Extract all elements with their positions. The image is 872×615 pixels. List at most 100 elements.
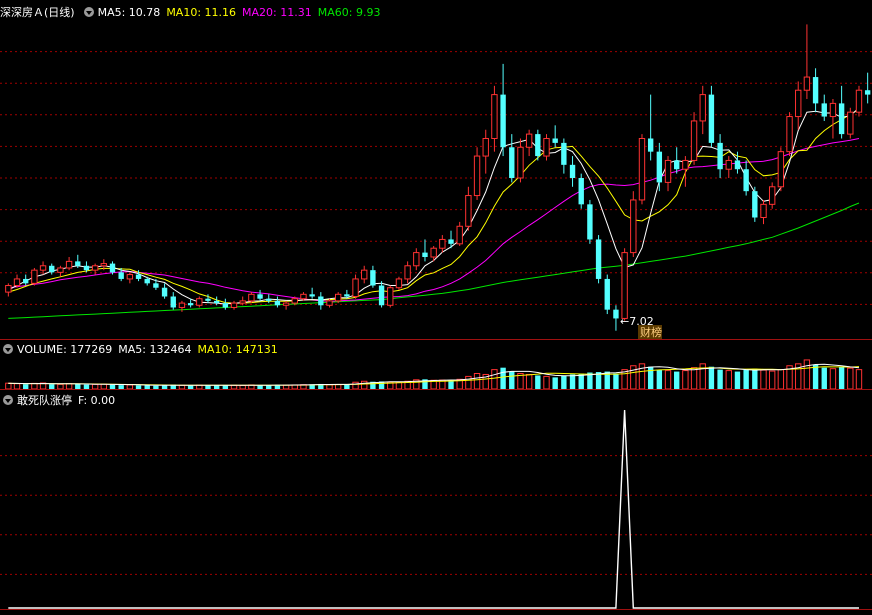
volume-bar[interactable] xyxy=(725,370,732,390)
candle[interactable] xyxy=(517,138,524,183)
candle[interactable] xyxy=(864,72,871,104)
volume-bar[interactable] xyxy=(535,375,541,389)
candle[interactable] xyxy=(587,199,593,244)
volume-bar[interactable] xyxy=(829,368,837,390)
volume-bar[interactable] xyxy=(768,370,776,390)
candle[interactable] xyxy=(213,296,220,306)
candle[interactable] xyxy=(752,186,758,222)
candle[interactable] xyxy=(829,99,837,139)
volume-bar[interactable] xyxy=(525,373,533,390)
candle[interactable] xyxy=(31,267,38,286)
candle[interactable] xyxy=(847,107,854,139)
candle[interactable] xyxy=(465,186,472,231)
candle[interactable] xyxy=(404,261,411,284)
candle[interactable] xyxy=(535,129,541,161)
candle[interactable] xyxy=(578,173,584,209)
candle[interactable] xyxy=(630,191,637,257)
candle[interactable] xyxy=(777,147,785,192)
candle[interactable] xyxy=(309,287,315,299)
candle[interactable] xyxy=(500,63,506,157)
chart-stage[interactable]: ←7.02 财榜 xyxy=(0,0,872,615)
candle[interactable] xyxy=(161,283,168,299)
candle[interactable] xyxy=(491,85,498,152)
volume-bar[interactable] xyxy=(491,369,498,390)
candle[interactable] xyxy=(656,142,663,192)
volume-bar[interactable] xyxy=(473,373,481,390)
volume-bar[interactable] xyxy=(664,370,672,390)
candle[interactable] xyxy=(786,112,793,157)
candle[interactable] xyxy=(5,283,12,297)
candle[interactable] xyxy=(743,160,749,196)
candle[interactable] xyxy=(387,285,394,308)
candle[interactable] xyxy=(855,85,863,117)
candle[interactable] xyxy=(23,274,29,286)
candle[interactable] xyxy=(717,134,723,178)
volume-bar[interactable] xyxy=(682,370,689,390)
candle[interactable] xyxy=(821,94,827,121)
candle[interactable] xyxy=(282,300,290,310)
candle[interactable] xyxy=(352,274,359,299)
volume-bar[interactable] xyxy=(552,377,558,389)
candle[interactable] xyxy=(647,94,654,161)
volume-bar[interactable] xyxy=(838,366,845,389)
candle[interactable] xyxy=(57,265,64,277)
volume-bar[interactable] xyxy=(821,367,827,389)
volume-bar[interactable] xyxy=(509,371,515,389)
candle[interactable] xyxy=(569,156,576,187)
candle[interactable] xyxy=(361,265,368,284)
volume-bar[interactable] xyxy=(855,369,863,390)
volume-bar[interactable] xyxy=(760,369,767,390)
candle[interactable] xyxy=(699,85,706,135)
volume-bar[interactable] xyxy=(847,367,854,390)
candle[interactable] xyxy=(473,147,481,200)
volume-bar[interactable] xyxy=(656,369,663,389)
candle[interactable] xyxy=(395,276,403,290)
volume-bar[interactable] xyxy=(708,366,715,389)
volume-bar[interactable] xyxy=(543,375,550,390)
candle[interactable] xyxy=(708,85,715,148)
candle[interactable] xyxy=(257,289,263,301)
candle[interactable] xyxy=(230,300,238,310)
candle[interactable] xyxy=(552,125,558,148)
volume-bar[interactable] xyxy=(500,367,506,389)
volume-bar[interactable] xyxy=(812,364,819,389)
volume-bar[interactable] xyxy=(448,380,454,389)
candle[interactable] xyxy=(595,235,602,284)
volume-bar[interactable] xyxy=(561,375,567,389)
rank-badge[interactable]: 财榜 xyxy=(640,325,662,339)
volume-bar[interactable] xyxy=(777,369,785,390)
volume-bar[interactable] xyxy=(352,381,359,390)
candle[interactable] xyxy=(413,248,420,271)
candle[interactable] xyxy=(126,272,134,284)
candle[interactable] xyxy=(838,85,845,139)
volume-bar[interactable] xyxy=(803,359,811,390)
candle[interactable] xyxy=(674,147,680,174)
volume-bar[interactable] xyxy=(674,371,680,389)
candle[interactable] xyxy=(378,281,385,308)
volume-bar[interactable] xyxy=(690,367,698,390)
candle[interactable] xyxy=(196,296,203,308)
candle[interactable] xyxy=(561,138,567,174)
volume-panel-menu-icon[interactable] xyxy=(3,344,13,354)
candle[interactable] xyxy=(768,182,776,209)
candle[interactable] xyxy=(13,274,21,288)
candle[interactable] xyxy=(65,257,73,271)
candle[interactable] xyxy=(613,305,619,331)
candle[interactable] xyxy=(795,81,802,130)
indicator-panel-menu-icon[interactable] xyxy=(3,395,13,405)
candle[interactable] xyxy=(621,248,628,321)
candle[interactable] xyxy=(170,292,176,310)
candle[interactable] xyxy=(638,134,646,205)
volume-bar[interactable] xyxy=(743,369,749,389)
candle[interactable] xyxy=(803,24,811,99)
candle[interactable] xyxy=(760,199,767,225)
candle[interactable] xyxy=(49,263,55,275)
volume-bar[interactable] xyxy=(717,369,723,389)
candle[interactable] xyxy=(91,263,99,275)
candle[interactable] xyxy=(812,68,819,113)
candle[interactable] xyxy=(456,221,463,247)
volume-bar[interactable] xyxy=(465,375,472,390)
candle[interactable] xyxy=(274,296,281,308)
candle[interactable] xyxy=(422,239,428,262)
candle[interactable] xyxy=(682,156,689,187)
